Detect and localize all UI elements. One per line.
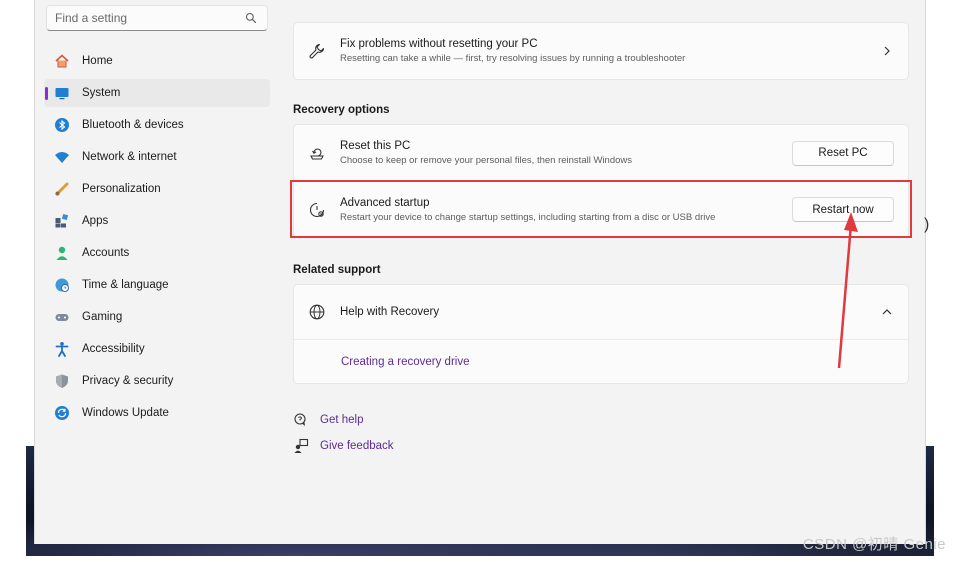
reset-pc-title: Reset this PC [340, 140, 411, 152]
reset-pc-texts: Reset this PC Choose to keep or remove y… [340, 139, 792, 167]
sidebar-item-label: Bluetooth & devices [82, 119, 184, 131]
shield-icon [53, 372, 71, 390]
search-box[interactable] [46, 5, 268, 31]
fix-problems-subtitle: Resetting can take a while — first, try … [340, 53, 686, 64]
sidebar: Home System Bluetooth & devices Network … [35, 0, 279, 544]
update-icon [53, 404, 71, 422]
sidebar-item-label: Accessibility [82, 343, 145, 355]
sidebar-item-label: Network & internet [82, 151, 177, 163]
sidebar-item-privacy[interactable]: Privacy & security [44, 367, 270, 395]
chevron-up-icon[interactable] [880, 305, 894, 319]
sidebar-item-label: Accounts [82, 247, 130, 259]
sidebar-item-bluetooth[interactable]: Bluetooth & devices [44, 111, 270, 139]
gamepad-icon [53, 308, 71, 326]
give-feedback-link[interactable]: Give feedback [320, 440, 394, 452]
home-icon [53, 52, 71, 70]
related-support-card: Help with Recovery Creating a recovery d… [293, 284, 909, 384]
sidebar-item-accounts[interactable]: Accounts [44, 239, 270, 267]
sidebar-item-personalization[interactable]: Personalization [44, 175, 270, 203]
fix-problems-texts: Fix problems without resetting your PC R… [340, 37, 880, 65]
search-icon[interactable] [245, 12, 257, 24]
screenshot-canvas: Home System Bluetooth & devices Network … [0, 0, 960, 562]
creating-recovery-drive-link[interactable]: Creating a recovery drive [341, 356, 469, 368]
give-feedback-item[interactable]: Give feedback [293, 433, 394, 459]
reset-pc-row: Reset this PC Choose to keep or remove y… [294, 125, 908, 181]
advanced-startup-texts: Advanced startup Restart your device to … [340, 196, 792, 224]
wrench-icon [306, 40, 328, 62]
advanced-startup-icon [306, 199, 328, 221]
recovery-drive-link-row: Creating a recovery drive [294, 339, 908, 383]
help-with-recovery-row[interactable]: Help with Recovery [294, 285, 908, 339]
sidebar-item-system[interactable]: System [44, 79, 270, 107]
accessibility-icon [53, 340, 71, 358]
feedback-icon [294, 438, 309, 453]
help-with-recovery-texts: Help with Recovery [340, 305, 880, 319]
recovery-options-card: Reset this PC Choose to keep or remove y… [293, 124, 909, 238]
globe-icon [306, 301, 328, 323]
sidebar-item-time-language[interactable]: Time & language [44, 271, 270, 299]
active-indicator [45, 87, 48, 100]
main-content: Fix problems without resetting your PC R… [293, 0, 909, 544]
advanced-startup-title: Advanced startup [340, 196, 430, 209]
sidebar-item-apps[interactable]: Apps [44, 207, 270, 235]
edge-glyph: ) [924, 216, 930, 233]
sidebar-item-gaming[interactable]: Gaming [44, 303, 270, 331]
apps-icon [53, 212, 71, 230]
fix-problems-card[interactable]: Fix problems without resetting your PC R… [293, 22, 909, 80]
fix-problems-title: Fix problems without resetting your PC [340, 38, 538, 50]
get-help-item[interactable]: Get help [293, 407, 394, 433]
sidebar-nav: Home System Bluetooth & devices Network … [44, 47, 270, 431]
globe-clock-icon [53, 276, 71, 294]
sidebar-item-label: Apps [82, 215, 109, 227]
bluetooth-icon [53, 116, 71, 134]
reset-pc-icon [306, 142, 328, 164]
sidebar-item-accessibility[interactable]: Accessibility [44, 335, 270, 363]
sidebar-item-label: Privacy & security [82, 375, 174, 387]
settings-window: Home System Bluetooth & devices Network … [34, 0, 926, 544]
system-icon [53, 84, 71, 102]
sidebar-item-label: Windows Update [82, 407, 169, 419]
account-icon [53, 244, 71, 262]
sidebar-item-windows-update[interactable]: Windows Update [44, 399, 270, 427]
wifi-icon [53, 148, 71, 166]
related-support-heading: Related support [293, 264, 381, 276]
reset-pc-button[interactable]: Reset PC [792, 140, 894, 166]
fix-problems-row[interactable]: Fix problems without resetting your PC R… [294, 23, 908, 79]
get-help-link[interactable]: Get help [320, 414, 363, 426]
sidebar-item-label: Personalization [82, 183, 161, 195]
sidebar-item-home[interactable]: Home [44, 47, 270, 75]
sidebar-item-network[interactable]: Network & internet [44, 143, 270, 171]
chevron-right-icon[interactable] [880, 44, 894, 58]
search-input[interactable] [55, 11, 245, 25]
sidebar-item-label: Home [82, 55, 113, 67]
sidebar-item-label: Time & language [82, 279, 169, 291]
advanced-startup-row: Advanced startup Restart your device to … [294, 181, 908, 237]
footer-links: Get help Give feedback [293, 407, 394, 459]
watermark: CSDN @初晴 Genie [802, 536, 946, 553]
reset-pc-subtitle: Choose to keep or remove your personal f… [340, 155, 633, 166]
help-with-recovery-title: Help with Recovery [340, 306, 440, 318]
help-chat-icon [294, 413, 306, 426]
brush-icon [53, 180, 71, 198]
recovery-options-heading: Recovery options [293, 104, 390, 116]
sidebar-item-label: Gaming [82, 311, 123, 323]
restart-now-button[interactable]: Restart now [792, 197, 894, 222]
advanced-startup-subtitle: Restart your device to change startup se… [340, 211, 716, 223]
sidebar-item-label: System [82, 87, 121, 99]
